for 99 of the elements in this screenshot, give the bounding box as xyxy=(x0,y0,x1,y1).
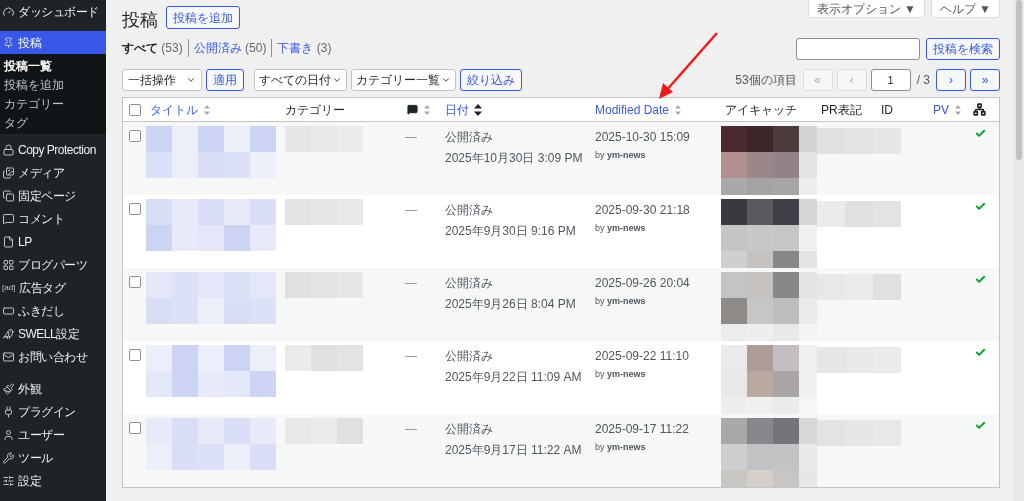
menu-item[interactable]: ツール xyxy=(0,446,106,469)
scrollbar[interactable] xyxy=(1016,0,1022,160)
author-label: by ym-news xyxy=(595,222,646,235)
wrench-icon xyxy=(2,451,15,464)
search-field[interactable] xyxy=(796,38,920,60)
sliders-icon xyxy=(2,474,15,487)
comment-count: — xyxy=(405,276,417,290)
post-status: 公開済み xyxy=(445,421,493,438)
column-header[interactable]: 日付 xyxy=(445,100,469,119)
brush-icon xyxy=(2,382,15,395)
comment-count: — xyxy=(405,349,417,363)
column-header: カテゴリー xyxy=(285,101,345,119)
ad-icon: [ad] xyxy=(2,281,16,294)
comment-count: — xyxy=(405,130,417,144)
column-header[interactable]: Modified Date xyxy=(595,100,670,119)
post-date: 2025年9月17日 11:22 AM xyxy=(445,442,582,459)
modified-date: 2025-09-17 11:22 xyxy=(595,421,689,438)
menu-item[interactable]: お問い合わせ xyxy=(0,345,106,368)
modified-date: 2025-10-30 15:09 xyxy=(595,129,690,146)
submenu-item[interactable]: 投稿一覧 xyxy=(0,56,106,75)
row-checkbox[interactable] xyxy=(129,276,141,288)
menu-item[interactable]: ブログパーツ xyxy=(0,253,106,276)
page-field[interactable]: 1 xyxy=(870,69,911,91)
menu-item[interactable]: ふきだし xyxy=(0,299,106,322)
author-label: by ym-news xyxy=(595,295,646,308)
grid-icon xyxy=(2,258,15,271)
page-total: / 3 xyxy=(916,72,930,89)
comment-count: — xyxy=(405,422,417,436)
gauge-icon xyxy=(2,5,15,18)
menu-item[interactable]: 外観 xyxy=(0,377,106,400)
menu-item[interactable]: ダッシュボード xyxy=(0,0,106,23)
post-status: 公開済み xyxy=(445,202,493,219)
author-label: by ym-news xyxy=(595,368,646,381)
submenu-item[interactable]: タグ xyxy=(0,113,106,132)
row-checkbox[interactable] xyxy=(129,130,141,142)
menu-item[interactable]: [ad] 広告タグ xyxy=(0,276,106,299)
last-page-button[interactable]: » xyxy=(970,69,1000,91)
post-date: 2025年9月22日 11:09 AM xyxy=(445,369,582,386)
item-count: 53個の項目 xyxy=(735,72,797,89)
search-button[interactable]: 投稿を検索 xyxy=(926,38,1000,60)
menu-item[interactable]: SWELL設定 xyxy=(0,322,106,345)
menu-item[interactable]: 設定 xyxy=(0,469,106,492)
category-filter-select[interactable]: カテゴリー一覧 xyxy=(351,69,456,91)
next-page-button[interactable]: › xyxy=(936,69,966,91)
page-title: 投稿 xyxy=(122,9,158,32)
chevron-down-icon xyxy=(186,75,196,85)
select-all-checkbox[interactable] xyxy=(129,103,141,116)
comment-count: — xyxy=(405,203,417,217)
column-header: PR表記 xyxy=(821,101,862,119)
submenu-item[interactable]: 投稿を追加 xyxy=(0,75,106,94)
hierarchy-icon xyxy=(973,103,986,116)
apply-button[interactable]: 適用 xyxy=(206,69,244,91)
submenu-item[interactable]: カテゴリー xyxy=(0,94,106,113)
post-status: 公開済み xyxy=(445,129,493,146)
post-status: 公開済み xyxy=(445,275,493,292)
menu-item[interactable]: ユーザー xyxy=(0,423,106,446)
user-icon xyxy=(2,428,15,441)
row-checkbox[interactable] xyxy=(129,203,141,215)
column-header[interactable]: PV xyxy=(933,100,949,119)
menu-item[interactable]: 固定ページ xyxy=(0,184,106,207)
lock-icon xyxy=(2,143,15,156)
view-link[interactable]: 下書き (3) xyxy=(271,39,337,57)
page-icon xyxy=(2,235,15,248)
chevron-down-icon xyxy=(332,75,342,85)
modified-date: 2025-09-30 21:18 xyxy=(595,202,690,219)
menu-item[interactable]: メディア xyxy=(0,161,106,184)
post-date: 2025年9月26日 8:04 PM xyxy=(445,296,576,313)
column-header: アイキャッチ xyxy=(725,101,797,119)
post-date: 2025年10月30日 3:09 PM xyxy=(445,150,583,167)
view-link[interactable]: すべて (53) xyxy=(122,39,188,57)
post-status: 公開済み xyxy=(445,348,493,365)
modified-date: 2025-09-22 11:10 xyxy=(595,348,689,365)
column-header[interactable]: タイトル xyxy=(150,100,198,119)
pin-icon xyxy=(2,36,15,49)
menu-item[interactable]: 投稿 xyxy=(0,31,106,54)
view-link[interactable]: 公開済み (50) xyxy=(187,39,272,57)
post-date: 2025年9月30日 9:16 PM xyxy=(445,223,576,240)
envelope-icon xyxy=(2,350,15,363)
menu-item[interactable]: プラグイン xyxy=(0,400,106,423)
images-icon xyxy=(2,166,15,179)
menu-item[interactable]: Copy Protection xyxy=(0,138,106,161)
row-checkbox[interactable] xyxy=(129,349,141,361)
add-post-button[interactable]: 投稿を追加 xyxy=(166,6,240,29)
menu-item[interactable]: LP xyxy=(0,230,106,253)
pages-icon xyxy=(2,189,15,202)
row-checkbox[interactable] xyxy=(129,422,141,434)
chevron-down-icon xyxy=(441,75,451,85)
bird-icon xyxy=(2,327,15,340)
menu-item[interactable]: コメント xyxy=(0,207,106,230)
author-label: by ym-news xyxy=(595,149,646,162)
plug-icon xyxy=(2,405,15,418)
screen-tab[interactable]: 表示オプション ▼ xyxy=(807,0,925,18)
column-header: ID xyxy=(881,101,893,119)
filter-button[interactable]: 絞り込み xyxy=(460,69,522,91)
bulk-actions-select[interactable]: 一括操作 xyxy=(122,69,202,91)
date-filter-select[interactable]: すべての日付 xyxy=(254,69,347,91)
screen-tab[interactable]: ヘルプ ▼ xyxy=(930,0,1000,18)
author-label: by ym-news xyxy=(595,441,646,454)
modified-date: 2025-09-26 20:04 xyxy=(595,275,690,292)
